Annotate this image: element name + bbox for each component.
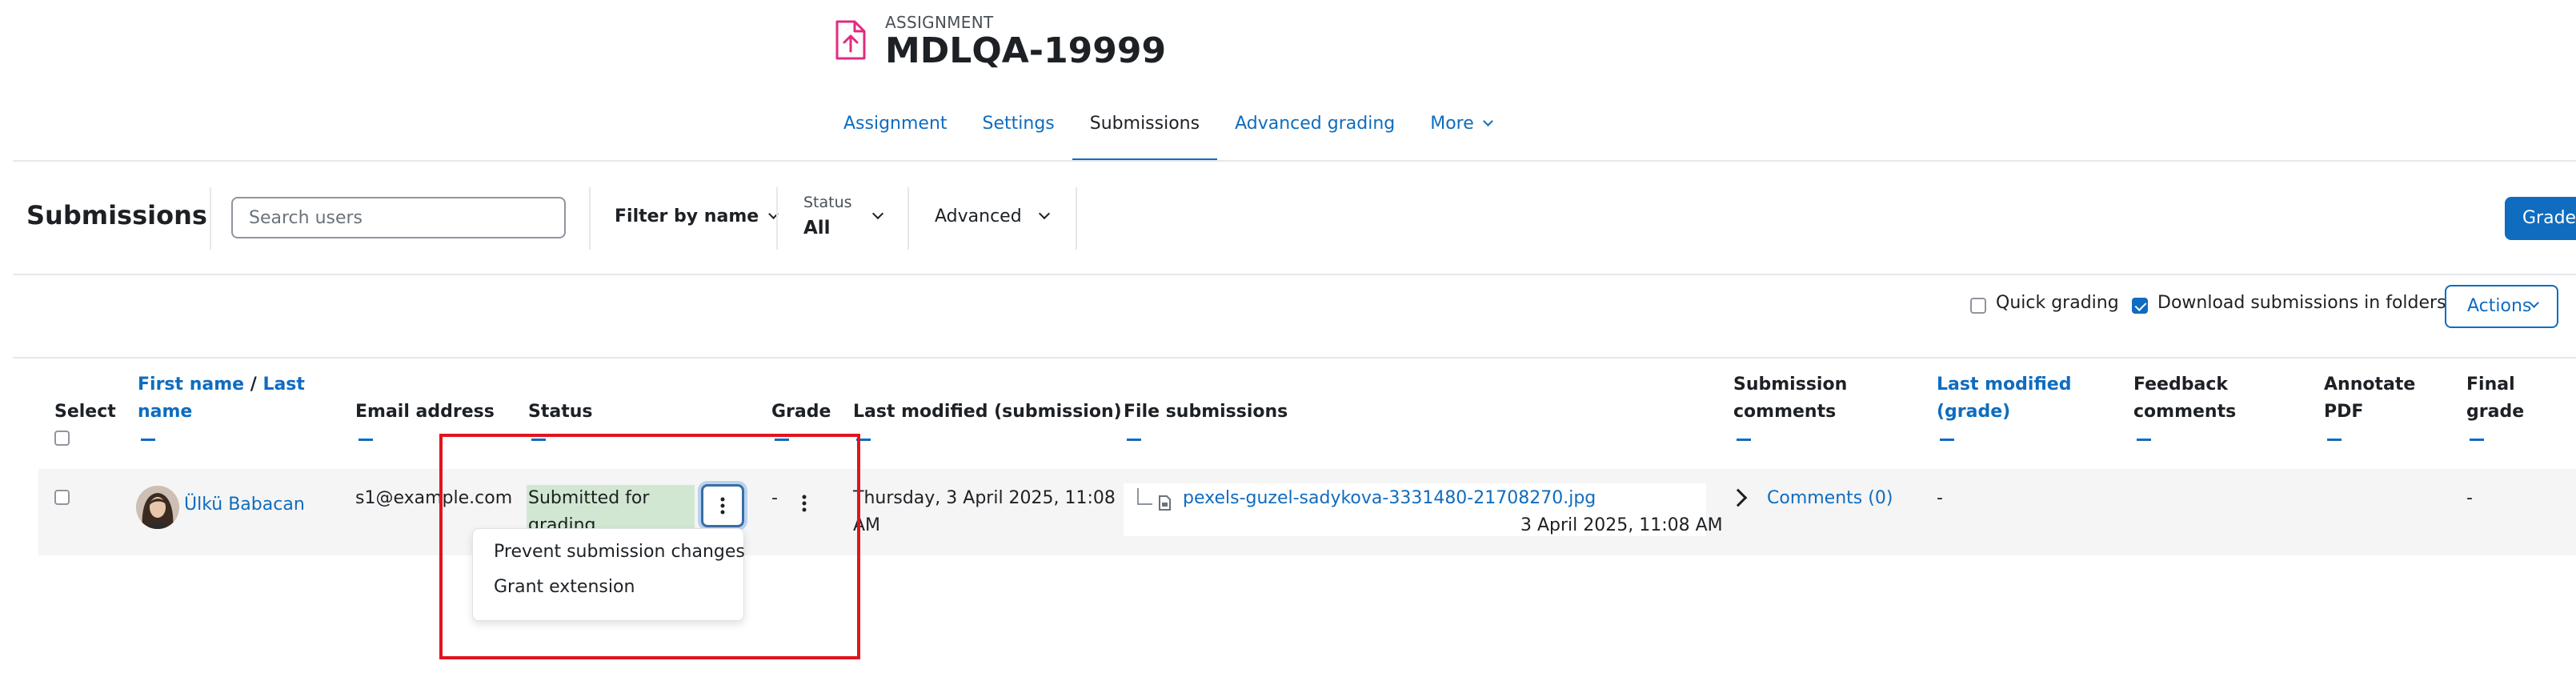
header-line: Feedback xyxy=(2133,375,2228,395)
options-divider xyxy=(13,357,2576,359)
search-users-input[interactable] xyxy=(231,197,566,238)
header-line: grade xyxy=(2466,402,2525,422)
column-header-last-modified-grade: Last modified (grade) xyxy=(1937,371,2071,426)
divider xyxy=(907,187,909,250)
row-select-checkbox[interactable] xyxy=(54,490,70,505)
last-modified-grade-cell: - xyxy=(1937,488,1943,508)
collapse-column-icon[interactable] xyxy=(2470,439,2484,441)
date-text: Thursday, 3 April 2025, 11:08 xyxy=(853,488,1116,508)
comments-link[interactable]: Comments (0) xyxy=(1767,485,1893,512)
toolbar-divider xyxy=(13,274,2576,275)
sort-email-link[interactable]: Email address xyxy=(355,399,495,426)
header-line: Final xyxy=(2466,375,2515,395)
sort-last-name-link[interactable]: Last xyxy=(262,375,304,395)
tab-advanced-grading[interactable]: Advanced grading xyxy=(1217,104,1412,162)
sort-first-name-link[interactable]: First name xyxy=(138,375,244,395)
collapse-column-icon[interactable] xyxy=(1940,439,1954,441)
final-grade-cell: - xyxy=(2466,488,2473,508)
sort-last-modified-grade-link-cont[interactable]: (grade) xyxy=(1937,402,2010,422)
highlight-annotation-box xyxy=(439,434,860,659)
tab-more-label: More xyxy=(1430,114,1474,134)
secondary-navigation: Assignment Settings Submissions Advanced… xyxy=(826,104,1509,162)
activity-type-label: ASSIGNMENT xyxy=(885,13,994,32)
advanced-filter-dropdown[interactable]: Advanced xyxy=(935,206,1022,226)
sort-last-modified-grade-link[interactable]: Last modified xyxy=(1937,375,2071,395)
actions-button[interactable]: Actions xyxy=(2445,285,2558,328)
file-download-link[interactable]: pexels-guzel-sadykova-3331480-21708270.j… xyxy=(1183,485,1596,512)
header-line: PDF xyxy=(2324,402,2364,422)
file-tree-icon xyxy=(1137,488,1171,511)
filter-by-name-label: Filter by name xyxy=(615,206,759,226)
sort-last-modified-submission-link[interactable]: Last modified (submission) xyxy=(853,399,1122,426)
sort-status-link[interactable]: Status xyxy=(528,399,592,426)
collapse-column-icon[interactable] xyxy=(1127,439,1141,441)
column-header-feedback-comments: Feedback comments xyxy=(2133,371,2236,426)
tab-settings[interactable]: Settings xyxy=(965,104,1072,162)
header-line: comments xyxy=(1733,402,1837,422)
header-divider xyxy=(13,160,2576,162)
page-title: MDLQA-19999 xyxy=(885,30,1167,71)
chevron-down-icon[interactable] xyxy=(871,207,884,220)
sort-grade-link[interactable]: Grade xyxy=(771,399,831,426)
column-header-select: Select xyxy=(54,402,116,422)
file-date: 3 April 2025, 11:08 AM xyxy=(1520,515,1723,535)
collapse-column-icon[interactable] xyxy=(359,439,373,441)
column-header-final-grade: Final grade xyxy=(2466,371,2524,426)
column-header-submission-comments: Submission comments xyxy=(1733,371,1847,426)
status-filter-caption: Status xyxy=(803,194,852,211)
select-all-checkbox[interactable] xyxy=(54,431,70,446)
header-line: Submission xyxy=(1733,375,1848,395)
divider xyxy=(1076,187,1077,250)
column-header-name: First name / Last name xyxy=(138,371,306,426)
tab-assignment[interactable]: Assignment xyxy=(826,104,965,162)
quick-grading-label: Quick grading xyxy=(1996,293,2119,313)
avatar[interactable] xyxy=(136,486,179,529)
tab-more[interactable]: More xyxy=(1412,104,1509,162)
divider xyxy=(210,187,211,250)
download-in-folders-checkbox[interactable] xyxy=(2132,298,2148,314)
sort-last-name-link-cont[interactable]: name xyxy=(138,402,192,422)
last-modified-submission-cell: Thursday, 3 April 2025, 11:08 AM xyxy=(853,485,1116,539)
header-line: comments xyxy=(2133,402,2237,422)
grade-button[interactable]: Grade xyxy=(2505,197,2576,240)
filter-by-name-dropdown[interactable]: Filter by name xyxy=(615,206,779,226)
user-photo-icon xyxy=(136,486,179,529)
download-in-folders-label: Download submissions in folders xyxy=(2157,293,2446,313)
quick-grading-checkbox[interactable] xyxy=(1970,298,1986,314)
collapse-column-icon[interactable] xyxy=(141,439,155,441)
tab-submissions[interactable]: Submissions xyxy=(1072,104,1218,162)
collapse-column-icon[interactable] xyxy=(2137,439,2151,441)
chevron-down-icon[interactable] xyxy=(1038,207,1051,220)
header-line: Annotate xyxy=(2324,375,2416,395)
divider xyxy=(776,187,778,250)
submissions-heading: Submissions xyxy=(26,200,207,230)
divider xyxy=(589,187,591,250)
assignment-icon xyxy=(835,20,866,60)
column-header-annotate-pdf: Annotate PDF xyxy=(2324,371,2415,426)
name-separator: / xyxy=(250,375,257,395)
chevron-down-icon xyxy=(1482,116,1493,126)
user-name-link[interactable]: Ülkü Babacan xyxy=(184,491,305,519)
collapse-column-icon[interactable] xyxy=(1737,439,1751,441)
status-filter-value[interactable]: All xyxy=(803,218,831,238)
column-header-file-submissions: File submissions xyxy=(1124,402,1288,422)
collapse-column-icon[interactable] xyxy=(2327,439,2342,441)
